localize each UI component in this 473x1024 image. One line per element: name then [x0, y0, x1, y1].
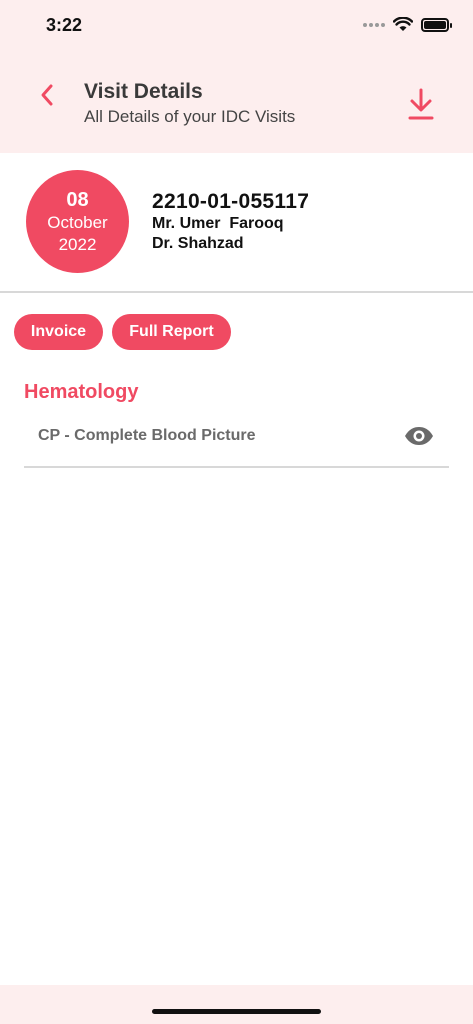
home-indicator[interactable] — [152, 1009, 321, 1014]
divider — [0, 291, 473, 293]
doctor-name: Dr. Shahzad — [152, 235, 244, 252]
visit-date-badge: 08 October 2022 — [26, 170, 129, 273]
wifi-icon — [393, 17, 413, 31]
test-name: CP - Complete Blood Picture — [38, 427, 256, 444]
full-report-button[interactable]: Full Report — [112, 314, 231, 350]
patient-name: Mr. Umer Farooq — [152, 215, 284, 232]
view-test-button[interactable] — [403, 424, 435, 448]
invoice-button[interactable]: Invoice — [14, 314, 103, 350]
bottom-bar — [0, 985, 473, 1024]
visit-year: 2022 — [58, 234, 97, 254]
page-subtitle: All Details of your IDC Visits — [84, 107, 296, 126]
status-icons — [363, 17, 452, 32]
section-title-hematology: Hematology — [24, 381, 139, 403]
download-button[interactable] — [405, 86, 437, 122]
visit-month: October — [47, 212, 108, 232]
chevron-left-icon — [41, 84, 53, 106]
back-button[interactable] — [32, 80, 62, 110]
page-title: Visit Details — [84, 80, 203, 103]
eye-icon — [405, 427, 433, 445]
visit-id: 2210-01-055117 — [152, 190, 310, 213]
visit-day: 08 — [66, 188, 89, 211]
status-time: 3:22 — [46, 15, 83, 35]
signal-icon — [363, 22, 385, 27]
download-icon — [408, 88, 434, 120]
battery-icon — [421, 17, 452, 32]
test-row[interactable]: CP - Complete Blood Picture — [24, 418, 449, 468]
